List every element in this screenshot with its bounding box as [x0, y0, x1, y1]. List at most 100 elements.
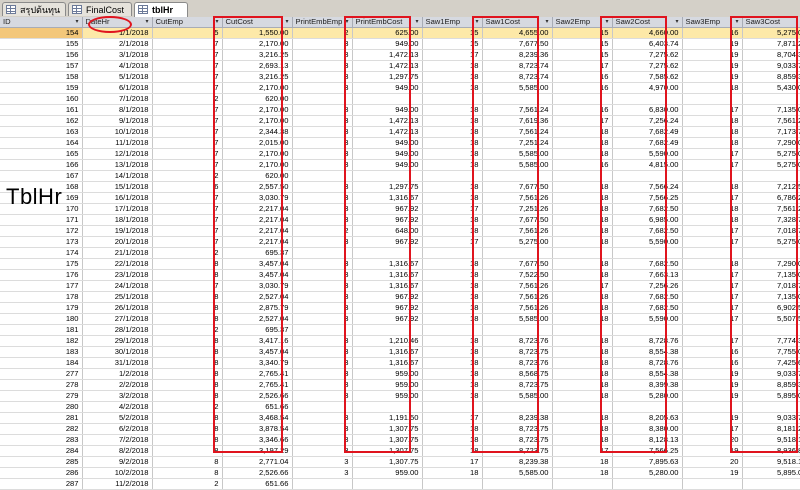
cell-cutemp[interactable]: 7	[152, 49, 223, 61]
cell-saw2emp[interactable]: 16	[552, 159, 613, 171]
cell-printembemp[interactable]: 3	[292, 269, 353, 281]
cell-saw2cost[interactable]: 7,663.13	[612, 269, 683, 281]
cell-datehr[interactable]: 8/1/2018	[82, 104, 153, 116]
cell-cutemp[interactable]: 8	[152, 467, 223, 479]
cell-printembcost[interactable]: 1,472.13	[352, 126, 423, 138]
cell-printembemp[interactable]: 3	[292, 467, 353, 479]
cell-saw2cost[interactable]: 7,275.62	[612, 60, 683, 72]
cell-cutemp[interactable]: 8	[152, 390, 223, 402]
cell-printembemp[interactable]	[292, 247, 353, 259]
cell-id[interactable]: 162	[0, 115, 83, 127]
cell-cutemp[interactable]: 7	[152, 192, 223, 204]
cell-saw2emp[interactable]: 17	[552, 280, 613, 292]
cell-saw2emp[interactable]: 18	[552, 390, 613, 402]
cell-saw3emp[interactable]: 17	[682, 313, 743, 325]
cell-saw3cost[interactable]: 6,902.50	[742, 302, 800, 314]
cell-saw1emp[interactable]: 15	[422, 38, 483, 50]
cell-printembemp[interactable]: 3	[292, 38, 353, 50]
cell-printembemp[interactable]: 3	[292, 104, 353, 116]
cell-saw3cost[interactable]: 9,518.13	[742, 434, 800, 446]
cell-cutemp[interactable]: 2	[152, 401, 223, 413]
cell-printembcost[interactable]: 1,316.67	[352, 280, 423, 292]
column-header-saw1cost[interactable]: Saw1Cost ▾	[482, 17, 553, 28]
cell-saw3emp[interactable]: 16	[682, 27, 743, 39]
cell-cutemp[interactable]: 6	[152, 181, 223, 193]
table-row[interactable]: 278 2/2/2018 8 2,765.41 3 959.00 18 8,723.75 18 8…	[0, 379, 800, 391]
cell-printembcost[interactable]: 949.00	[352, 159, 423, 171]
cell-saw3emp[interactable]: 17	[682, 423, 743, 435]
cell-printembcost[interactable]: 1,472.13	[352, 60, 423, 72]
cell-printembemp[interactable]: 3	[292, 434, 353, 446]
cell-saw3cost[interactable]	[742, 478, 800, 490]
cell-printembemp[interactable]: 3	[292, 148, 353, 160]
cell-cutemp[interactable]: 8	[152, 335, 223, 347]
table-row[interactable]: 181 28/1/2018 2 695.37	[0, 324, 800, 336]
cell-printembcost[interactable]: 1,316.67	[352, 346, 423, 358]
cell-printembcost[interactable]: 1,316.67	[352, 258, 423, 270]
cell-cutemp[interactable]: 7	[152, 137, 223, 149]
chevron-down-icon[interactable]: ▾	[285, 17, 288, 27]
cell-saw1cost[interactable]	[482, 478, 553, 490]
cell-cutcost[interactable]: 2,217.04	[222, 225, 293, 237]
cell-saw1cost[interactable]: 7,677.50	[482, 214, 553, 226]
cell-printembcost[interactable]: 959.00	[352, 467, 423, 479]
cell-saw1cost[interactable]: 8,239.36	[482, 49, 553, 61]
cell-saw2cost[interactable]: 8,399.38	[612, 379, 683, 391]
cell-saw2cost[interactable]: 5,280.00	[612, 390, 683, 402]
cell-printembemp[interactable]: 3	[292, 368, 353, 380]
cell-saw1emp[interactable]: 18	[422, 192, 483, 204]
column-header-cutemp[interactable]: CutEmp ▾	[152, 17, 223, 28]
cell-cutemp[interactable]: 7	[152, 115, 223, 127]
cell-saw2cost[interactable]: 7,682.50	[612, 203, 683, 215]
cell-cutcost[interactable]: 2,217.04	[222, 203, 293, 215]
cell-saw1cost[interactable]: 7,251.26	[482, 203, 553, 215]
cell-saw2cost[interactable]: 8,728.76	[612, 335, 683, 347]
cell-saw3emp[interactable]: 16	[682, 357, 743, 369]
cell-saw3emp[interactable]: 17	[682, 291, 743, 303]
cell-saw3cost[interactable]: 5,430.00	[742, 82, 800, 94]
cell-saw3emp[interactable]	[682, 478, 743, 490]
cell-saw1emp[interactable]: 18	[422, 258, 483, 270]
cell-saw1cost[interactable]: 5,275.00	[482, 236, 553, 248]
cell-cutemp[interactable]: 7	[152, 82, 223, 94]
cell-saw1cost[interactable]: 8,723.75	[482, 434, 553, 446]
chevron-down-icon[interactable]: ▾	[415, 17, 418, 27]
column-header-saw2cost[interactable]: Saw2Cost ▾	[612, 17, 683, 28]
cell-cutcost[interactable]: 3,417.16	[222, 335, 293, 347]
cell-id[interactable]: 182	[0, 335, 83, 347]
cell-cutcost[interactable]: 3,468.54	[222, 412, 293, 424]
cell-saw3emp[interactable]: 18	[682, 137, 743, 149]
cell-cutemp[interactable]: 7	[152, 225, 223, 237]
cell-cutcost[interactable]: 3,457.04	[222, 269, 293, 281]
cell-saw3cost[interactable]: 7,774.38	[742, 335, 800, 347]
cell-id[interactable]: 173	[0, 236, 83, 248]
cell-datehr[interactable]: 17/1/2018	[82, 203, 153, 215]
cell-saw3cost[interactable]: 7,135.00	[742, 269, 800, 281]
cell-cutemp[interactable]: 8	[152, 379, 223, 391]
cell-printembemp[interactable]: 3	[292, 357, 353, 369]
cell-datehr[interactable]: 28/1/2018	[82, 324, 153, 336]
cell-saw1emp[interactable]: 18	[422, 379, 483, 391]
cell-saw2cost[interactable]: 8,205.63	[612, 412, 683, 424]
cell-saw2cost[interactable]: 8,380.00	[612, 423, 683, 435]
chevron-down-icon[interactable]: ▾	[75, 17, 78, 27]
cell-printembemp[interactable]: 3	[292, 291, 353, 303]
cell-printembemp[interactable]	[292, 93, 353, 105]
table-row[interactable]: 159 6/1/2018 7 2,170.00 3 949.00 18 5,585.00 16 4…	[0, 82, 800, 94]
cell-cutemp[interactable]: 7	[152, 148, 223, 160]
cell-cutcost[interactable]: 3,340.79	[222, 357, 293, 369]
cell-cutcost[interactable]: 2,765.41	[222, 379, 293, 391]
cell-saw2cost[interactable]	[612, 401, 683, 413]
cell-saw1emp[interactable]: 18	[422, 159, 483, 171]
cell-id[interactable]: 159	[0, 82, 83, 94]
cell-saw2cost[interactable]: 7,275.62	[612, 49, 683, 61]
cell-saw2cost[interactable]: 5,590.00	[612, 236, 683, 248]
cell-printembemp[interactable]: 3	[292, 82, 353, 94]
cell-saw3emp[interactable]	[682, 170, 743, 182]
cell-saw3emp[interactable]: 18	[682, 214, 743, 226]
cell-saw3emp[interactable]	[682, 324, 743, 336]
column-header-id[interactable]: ID ▾	[0, 17, 83, 28]
column-header-datehr[interactable]: DateHr ▾	[82, 17, 153, 28]
cell-saw2emp[interactable]: 18	[552, 346, 613, 358]
table-row[interactable]: 184 31/1/2018 8 3,340.79 3 1,316.67 18 8,723.76…	[0, 357, 800, 369]
